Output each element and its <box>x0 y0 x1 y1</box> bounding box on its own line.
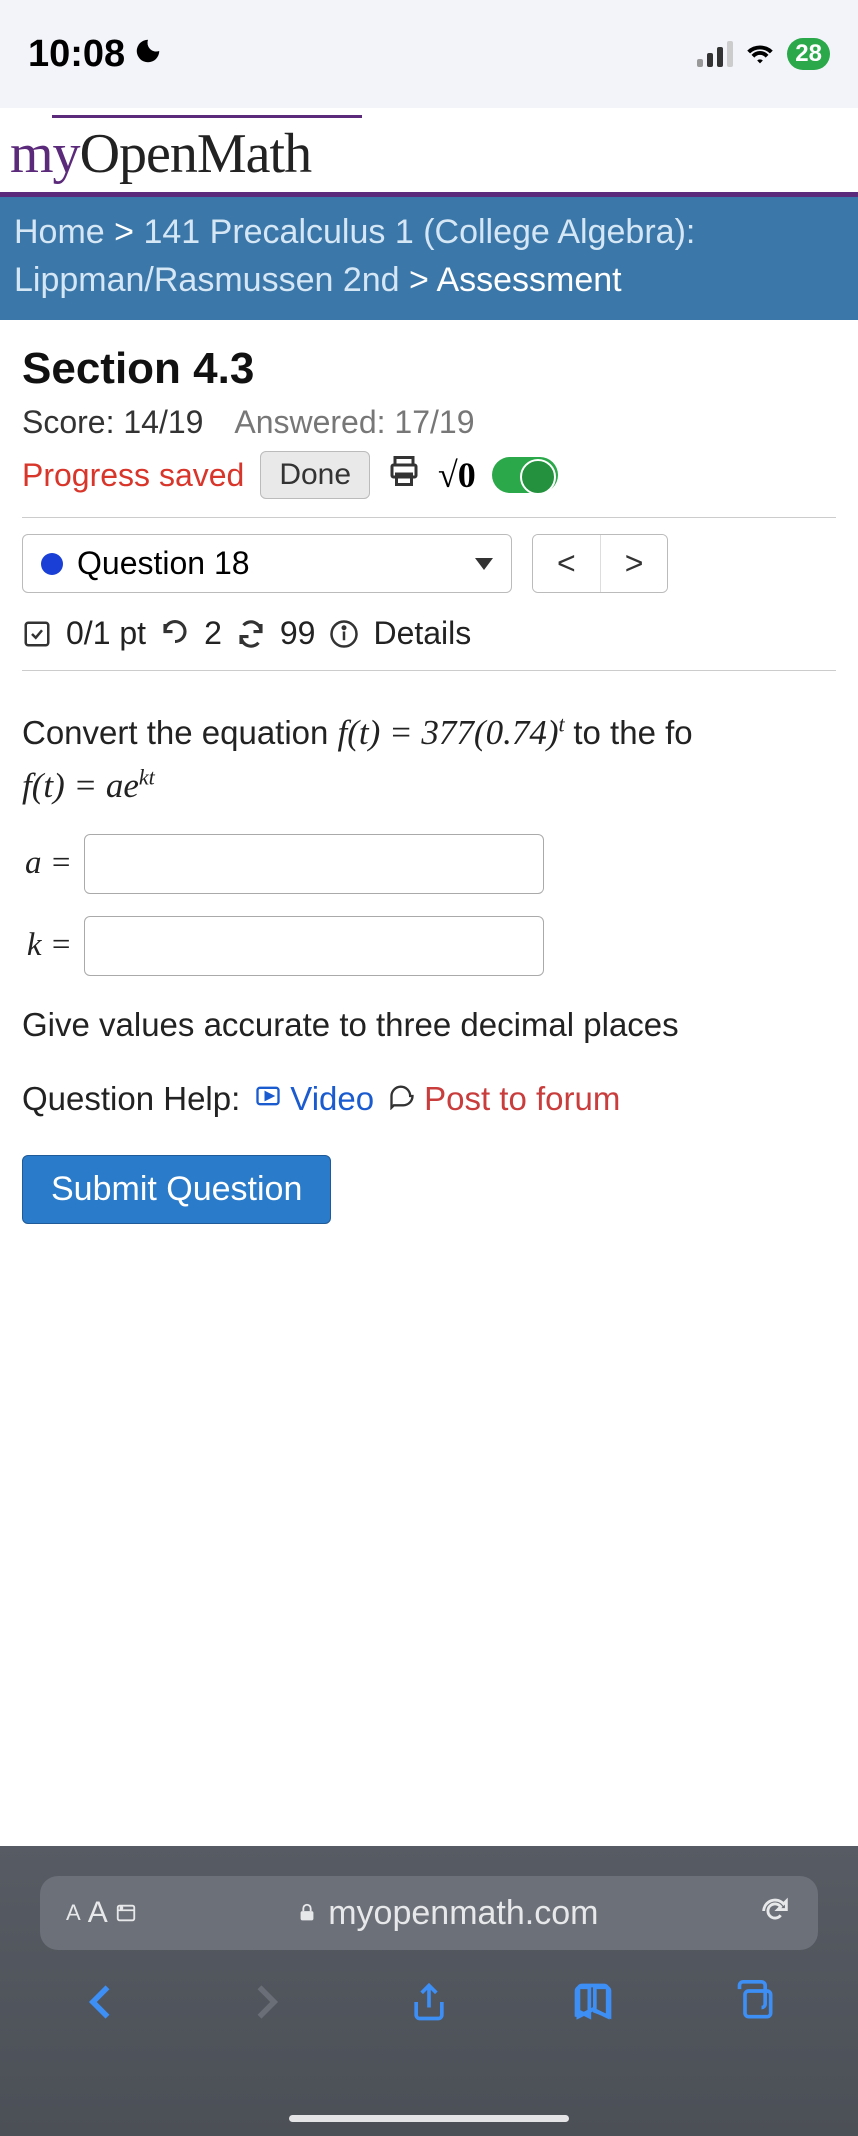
back-icon[interactable] <box>80 1980 124 2029</box>
print-icon[interactable] <box>386 453 422 497</box>
video-link[interactable]: Video <box>254 1074 374 1124</box>
section-title: Section 4.3 <box>22 344 836 394</box>
divider <box>22 670 836 671</box>
math-editor-toggle[interactable] <box>492 457 558 493</box>
regen-icon <box>236 619 266 649</box>
question-help-line: Question Help: Video Post to forum <box>22 1074 836 1124</box>
time-text: 10:08 <box>28 33 125 76</box>
breadcrumb-home[interactable]: Home <box>14 213 105 251</box>
do-not-disturb-icon <box>133 33 163 76</box>
progress-line: Progress saved Done √0 <box>22 451 836 499</box>
equation-2: f(t) = aekt <box>22 760 836 813</box>
site-logo[interactable]: myOpenMath <box>10 122 848 186</box>
video-icon <box>254 1074 282 1124</box>
text-size-button[interactable]: AA <box>66 1896 137 1930</box>
a-input[interactable] <box>84 834 544 894</box>
regen-text: 99 <box>280 615 316 652</box>
status-dot-icon <box>41 553 63 575</box>
question-prompt-line: Convert the equation f(t) = 377(0.74)t t… <box>22 707 836 760</box>
status-time: 10:08 <box>28 33 163 76</box>
breadcrumb-sep: > <box>114 213 134 251</box>
forward-icon <box>243 1980 287 2029</box>
prompt-prefix: Convert the equation <box>22 714 338 751</box>
browser-nav <box>0 1950 858 2029</box>
answered-text: Answered: 17/19 <box>234 404 474 440</box>
status-bar: 10:08 28 <box>0 0 858 108</box>
cellular-signal-icon <box>697 41 733 67</box>
input-row-a: a = <box>22 834 836 894</box>
check-icon <box>22 619 52 649</box>
a-label: a = <box>22 839 72 889</box>
divider <box>22 517 836 518</box>
done-button[interactable]: Done <box>260 451 370 499</box>
browser-chrome: AA myopenmath.com <box>0 1846 858 2136</box>
help-label: Question Help: <box>22 1074 240 1124</box>
prev-question-button[interactable]: < <box>533 535 601 592</box>
nav-arrows: < > <box>532 534 668 593</box>
reload-icon[interactable] <box>758 1894 792 1933</box>
score-text: Score: 14/19 <box>22 404 203 440</box>
wifi-icon <box>743 35 777 74</box>
submit-question-button[interactable]: Submit Question <box>22 1155 331 1224</box>
tabs-icon[interactable] <box>734 1980 778 2029</box>
k-input[interactable] <box>84 916 544 976</box>
retry-icon <box>160 619 190 649</box>
math-editor-toggle-label: √0 <box>438 454 476 496</box>
info-icon[interactable] <box>329 619 359 649</box>
prompt-suffix: to the fo <box>573 714 692 751</box>
url-bar[interactable]: AA myopenmath.com <box>40 1876 818 1950</box>
breadcrumb-current: Assessment <box>436 261 621 299</box>
progress-saved-text: Progress saved <box>22 457 244 494</box>
url-domain: myopenmath.com <box>157 1894 738 1933</box>
question-body: Convert the equation f(t) = 377(0.74)t t… <box>22 677 836 1254</box>
k-label: k = <box>22 921 72 971</box>
home-indicator[interactable] <box>289 2115 569 2122</box>
attempts-text: 2 <box>204 615 222 652</box>
equation-1: f(t) = 377(0.74)t <box>338 713 574 752</box>
input-row-k: k = <box>22 916 836 976</box>
bookmarks-icon[interactable] <box>571 1980 615 2029</box>
question-meta: 0/1 pt 2 99 Details <box>22 603 836 664</box>
question-label: Question 18 <box>77 545 250 582</box>
lock-icon <box>296 1894 318 1933</box>
question-dropdown[interactable]: Question 18 <box>22 534 512 593</box>
breadcrumb: Home > 141 Precalculus 1 (College Algebr… <box>0 197 858 320</box>
logo-rest: OpenMath <box>80 123 312 185</box>
breadcrumb-sep: > <box>409 261 429 299</box>
next-question-button[interactable]: > <box>601 535 668 592</box>
message-icon <box>388 1074 416 1124</box>
accuracy-hint: Give values accurate to three decimal pl… <box>22 1000 836 1050</box>
battery-indicator: 28 <box>787 38 830 70</box>
question-nav: Question 18 < > <box>22 524 836 603</box>
logo-my: my <box>10 123 80 185</box>
forum-link[interactable]: Post to forum <box>388 1074 620 1124</box>
score-line: Score: 14/19 Answered: 17/19 <box>22 404 836 441</box>
status-right: 28 <box>697 35 830 74</box>
details-link[interactable]: Details <box>373 615 471 652</box>
share-icon[interactable] <box>407 1980 451 2029</box>
chevron-down-icon <box>475 558 493 570</box>
logo-bar: myOpenMath <box>0 108 858 197</box>
points-text: 0/1 pt <box>66 615 146 652</box>
